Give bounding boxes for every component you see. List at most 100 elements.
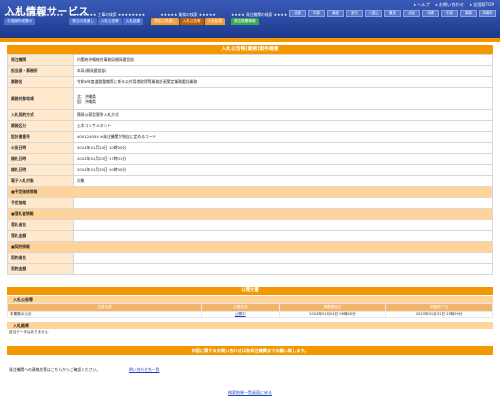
detail-row: 電子入札対象 対象 bbox=[7, 175, 493, 187]
row-label: 開札日時 bbox=[7, 153, 74, 165]
header-divider bbox=[0, 38, 500, 42]
tab-service-outlook[interactable]: 発注の見通し bbox=[151, 18, 179, 25]
row-value: 2024年01月03日 17時01分 bbox=[73, 153, 493, 165]
tab-service-result[interactable]: 入札結果 bbox=[204, 18, 225, 25]
row-label: 設計書番号 bbox=[7, 131, 74, 143]
row-label: 業務名 bbox=[7, 76, 74, 88]
row-label: ■落札者情報 bbox=[7, 208, 493, 220]
results-title: 入札結果 bbox=[7, 322, 493, 329]
row-value: 土木コンサルタント bbox=[73, 120, 493, 132]
row-value bbox=[73, 230, 493, 242]
back-to-results-link[interactable]: 検索結果一覧画面に戻る bbox=[228, 390, 272, 395]
row-label: 担当部・事務所 bbox=[7, 65, 74, 77]
region-button[interactable]: 離島 bbox=[384, 10, 401, 17]
region-button[interactable]: 沖縄 bbox=[422, 10, 439, 17]
tab-construction-notice[interactable]: 入札公告等 bbox=[97, 18, 122, 25]
row-label: 業務区分 bbox=[7, 120, 74, 132]
row-value bbox=[73, 197, 493, 209]
doc-status-cell: 公開中 bbox=[201, 311, 280, 318]
col-header: 文書名称 bbox=[7, 303, 202, 312]
row-value: 簡易公募型競争入札方式 bbox=[73, 109, 493, 121]
row-value: 令和6年度道路整備等に係る公共用地取得等業務計画策定業務委託業務 bbox=[73, 76, 493, 88]
contact-text: 発注機関への連絡先等はこちらからご確認ください。 bbox=[9, 367, 101, 372]
back-link-wrap: 検索結果一覧画面に戻る bbox=[0, 390, 500, 396]
row-label: 公告日時 bbox=[7, 142, 74, 154]
nav-group-plan: ★★★★★ 平成線の検索 ★★★★★ 平成線作成業の bbox=[4, 12, 63, 25]
nav-group-construction: ★★★★★★★★ 工事の検索 ★★★★★★★★ 発注の見通し 入札公告等 入札結… bbox=[69, 12, 145, 25]
national-top-link[interactable]: 全国版TOP bbox=[470, 2, 494, 8]
section-row: ■落札者情報 bbox=[7, 208, 493, 220]
row-value-line: 国：沖縄県 bbox=[77, 98, 96, 104]
detail-row: 入札契約方式 簡易公募型競争入札方式 bbox=[7, 109, 493, 121]
doc-end: 2025年01月31日 23時59分 bbox=[385, 311, 493, 318]
inquiry-link[interactable]: お問い合わせ bbox=[436, 2, 464, 8]
row-label: ■予定価格情報 bbox=[7, 186, 493, 198]
region-bar: 北部 中部 南部 宮古 八重山 離島 北谷 沖縄 中部 南部 沖縄市 bbox=[289, 10, 496, 17]
contact-bar: 内容に関するお問い合わせは各発注機関までお願い致します。 bbox=[7, 346, 493, 355]
tab-plan[interactable]: 平成線作成業の bbox=[4, 18, 36, 25]
help-link[interactable]: ヘルプ bbox=[414, 2, 430, 8]
row-value: 本局(開発建設部) bbox=[73, 65, 493, 77]
detail-row: 業務対象地域 北：沖縄県 国：沖縄県 bbox=[7, 87, 493, 110]
row-value: 2024年01月25日 10時00分 bbox=[73, 164, 493, 176]
documents-title: 公開文書 bbox=[7, 287, 493, 295]
tab-agency-info[interactable]: 発注機関情報 bbox=[231, 18, 259, 25]
col-header: 掲載開始日 bbox=[278, 303, 387, 312]
region-button[interactable]: 中部 bbox=[441, 10, 458, 17]
contact-list-link[interactable]: 問い合わせ先一覧 bbox=[129, 367, 159, 373]
tab-construction-outlook[interactable]: 発注の見通し bbox=[69, 18, 97, 25]
detail-row: 落札者名 bbox=[7, 219, 493, 231]
col-header: 掲載終了日 bbox=[385, 303, 493, 312]
row-label: 業務対象地域 bbox=[7, 87, 74, 110]
detail-row: 発注機関 内閣府沖縄総合事務局開発建設部 bbox=[7, 54, 493, 66]
doc-status-link[interactable]: 公開中 bbox=[235, 312, 246, 316]
row-value: 北：沖縄県 国：沖縄県 bbox=[73, 87, 493, 110]
row-value bbox=[73, 219, 493, 231]
region-button[interactable]: 北谷 bbox=[403, 10, 420, 17]
detail-row: 設計書番号 400124054 ※発注機関が独自に定めるコード bbox=[7, 131, 493, 143]
contact-row: 発注機関への連絡先等はこちらからご確認ください。 問い合わせ先一覧 bbox=[7, 366, 493, 374]
region-button[interactable]: 宮古 bbox=[346, 10, 363, 17]
row-label: 契約金額 bbox=[7, 263, 74, 275]
section-row: ■予定価格情報 bbox=[7, 186, 493, 198]
row-label: ■契約情報 bbox=[7, 241, 493, 253]
row-label: 発注機関 bbox=[7, 54, 74, 66]
row-label: 落札者名 bbox=[7, 219, 74, 231]
tab-construction-result[interactable]: 入札結果 bbox=[122, 18, 144, 25]
detail-row: 開札日時 2024年01月03日 17時01分 bbox=[7, 153, 493, 165]
doc-name: 本業務の公示 bbox=[7, 311, 202, 318]
detail-row: 業務名 令和6年度道路整備等に係る公共用地取得等業務計画策定業務委託業務 bbox=[7, 76, 493, 88]
detail-row: 契約金額 bbox=[7, 263, 493, 275]
region-button[interactable]: 中部 bbox=[308, 10, 325, 17]
row-label: 契約者名 bbox=[7, 252, 74, 264]
results-empty: 該当データはありません bbox=[9, 330, 49, 334]
row-value: 対象 bbox=[73, 175, 493, 187]
row-label: 電子入札対象 bbox=[7, 175, 74, 187]
col-header: 公開状況 bbox=[201, 303, 280, 312]
header: 入札情報サービス ヘルプ お問い合わせ 全国版TOP 北部 中部 南部 宮古 八… bbox=[0, 0, 500, 38]
region-button[interactable]: 北部 bbox=[289, 10, 306, 17]
detail-row: 業務区分 土木コンサルタント bbox=[7, 120, 493, 132]
doc-start: 2024年01月24日 09時00分 bbox=[278, 311, 387, 318]
row-label: 入札契約方式 bbox=[7, 109, 74, 121]
row-label: 開札日時 bbox=[7, 164, 74, 176]
nav-group-service: ★★★★★ 業務の検索 ★★★★★ 発注の見通し 入札公告等 入札結果 bbox=[151, 12, 225, 25]
region-button[interactable]: 八重山 bbox=[365, 10, 382, 17]
region-button[interactable]: 南部 bbox=[327, 10, 344, 17]
nav-groups: ★★★★★ 平成線の検索 ★★★★★ 平成線作成業の ★★★★★★★★ 工事の検… bbox=[4, 12, 287, 25]
documents-subtitle: 入札公告等 bbox=[7, 296, 493, 303]
row-label: 予定価格 bbox=[7, 197, 74, 209]
section-row: ■契約情報 bbox=[7, 241, 493, 253]
region-button[interactable]: 沖縄市 bbox=[479, 10, 496, 17]
documents-table: 文書名称 公開状況 掲載開始日 掲載終了日 本業務の公示 公開中 2024年01… bbox=[7, 303, 493, 318]
row-value bbox=[73, 263, 493, 275]
row-value bbox=[73, 252, 493, 264]
top-links: ヘルプ お問い合わせ 全国版TOP bbox=[414, 2, 494, 8]
tab-service-notice[interactable]: 入札公告等 bbox=[179, 18, 204, 25]
detail-row: 契約者名 bbox=[7, 252, 493, 264]
detail-row: 落札金額 bbox=[7, 230, 493, 242]
region-button[interactable]: 南部 bbox=[460, 10, 477, 17]
row-value: 2024年01月24日 10時00分 bbox=[73, 142, 493, 154]
row-label: 落札金額 bbox=[7, 230, 74, 242]
page-title: 入札公告等(業務)案件概要 bbox=[7, 45, 493, 54]
